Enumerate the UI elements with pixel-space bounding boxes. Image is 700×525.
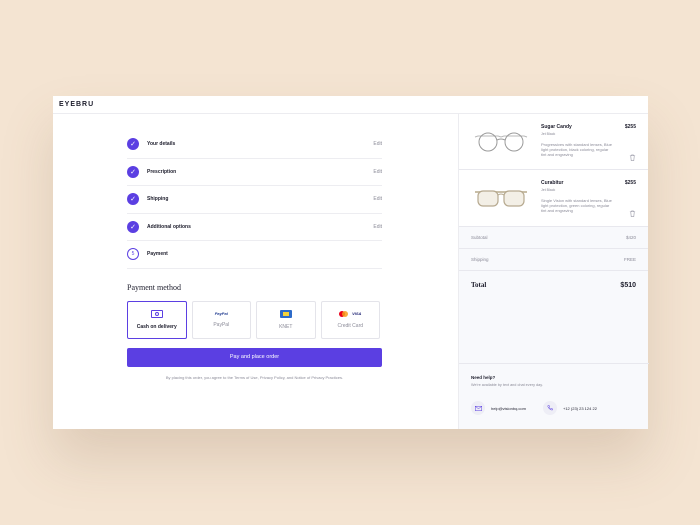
terms-text: By placing this order, you agree to the … [165,374,344,380]
product-name[interactable]: Sugar Candy [541,124,572,130]
edit-link[interactable]: Edit [373,196,382,202]
step-shipping: ✓ Shipping Edit [127,186,382,214]
visa-icon: VISA [352,311,362,316]
edit-link[interactable]: Edit [373,169,382,175]
help-phone: +12 (23) 23 124 22 [563,405,597,411]
product-variant: Jet Black [541,132,556,136]
credit-card-icon: VISA [339,310,362,317]
payment-option-credit-card[interactable]: VISA Credit Card [320,300,380,339]
payment-option-label: Credit Card [337,322,364,329]
help-email: help@visionbq.com [491,405,526,411]
payment-option-knet[interactable]: KNET [256,300,316,339]
step-label: Shipping [147,196,169,203]
edit-link[interactable]: Edit [373,224,382,230]
mail-icon [471,401,485,415]
check-icon: ✓ [127,138,139,151]
product-name[interactable]: Curabitur [541,180,564,186]
cart-item: Curabitur Jet Black Single Vision with s… [459,170,648,227]
payment-option-paypal[interactable]: PayPal PayPal [191,300,251,339]
product-price: $255 [624,124,636,130]
subtotal-value: $420 [625,235,636,240]
checkout-window: EYEBRU ✓ Your details Edit ✓ Prescriptio… [53,96,649,429]
subtotal-row: Subtotal $420 [459,227,648,249]
payment-options: Cash on delivery PayPal PayPal KNET VISA… [127,300,382,339]
knet-icon [279,309,292,318]
product-description: Progressives with standard lenses, Blue … [541,142,612,158]
email-contact[interactable]: help@visionbq.com [471,401,526,415]
step-label: Payment [147,251,168,258]
trash-icon[interactable] [629,210,636,217]
help-title: Need help? [471,375,496,380]
phone-contact[interactable]: +12 (23) 23 124 22 [543,401,597,415]
help-subtitle: We're available by text and chat every d… [471,383,543,387]
step-your-details: ✓ Your details Edit [127,131,382,159]
product-description: Single Vision with standard lenses, Blue… [541,198,612,214]
shipping-value: FREE [623,257,636,262]
subtotal-label: Subtotal [471,235,488,240]
glasses-image [475,190,527,207]
cart-item: Sugar Candy Jet Black Progressives with … [459,114,648,170]
step-payment: 5 Payment [127,241,382,269]
payment-option-cash[interactable]: Cash on delivery [127,300,187,339]
check-icon: ✓ [127,193,139,206]
top-bar: EYEBRU [53,96,648,114]
edit-link[interactable]: Edit [373,141,382,147]
step-label: Your details [147,141,176,148]
payment-method-title: Payment method [127,282,181,292]
payment-option-label: Cash on delivery [136,323,177,330]
glasses-image [474,132,528,152]
step-number: 5 [127,248,139,261]
total-value: $510 [620,281,636,289]
step-label: Additional options [147,223,191,230]
product-variant: Jet Black [541,188,556,192]
payment-option-label: KNET [279,323,293,330]
trash-icon[interactable] [629,154,636,161]
pay-and-place-order-button[interactable]: Pay and place order [127,347,382,367]
paypal-icon: PayPal [214,311,228,316]
mastercard-icon [339,310,349,317]
total-label: Total [471,281,487,289]
help-section: Need help? We're available by text and c… [459,363,649,429]
check-icon: ✓ [127,165,139,178]
checkout-steps-panel: ✓ Your details Edit ✓ Prescription Edit … [127,131,382,380]
phone-icon [543,401,557,415]
brand-logo[interactable]: EYEBRU [59,101,94,108]
order-summary-panel: Sugar Candy Jet Black Progressives with … [458,114,649,429]
step-label: Prescription [147,168,177,175]
step-prescription: ✓ Prescription Edit [127,159,382,186]
total-row: Total $510 [459,271,648,299]
shipping-label: Shipping [471,257,489,262]
check-icon: ✓ [127,220,139,233]
product-price: $255 [624,180,636,186]
payment-option-label: PayPal [213,322,230,328]
shipping-row: Shipping FREE [459,249,648,271]
cash-icon [150,309,163,318]
step-additional-options: ✓ Additional options Edit [127,214,382,241]
